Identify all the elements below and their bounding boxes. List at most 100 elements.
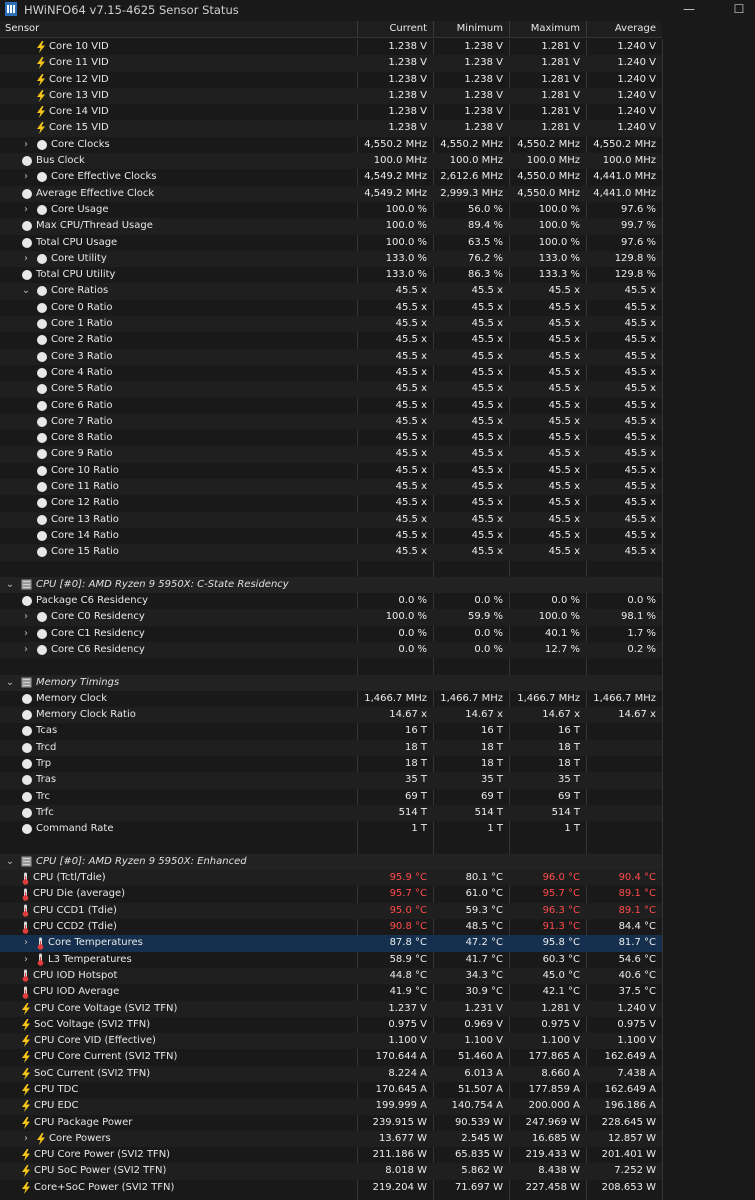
group-row-cpu-0-amd-ryzen-9-5950x-c-state-residency[interactable]: ⌄ CPU [#0]: AMD Ryzen 9 5950X: C-State Re…: [0, 576, 662, 594]
sensor-row-core-ratios[interactable]: ⌄ Core Ratios 45.5 x 45.5 x 45.5 x 45.5 x: [0, 283, 662, 300]
maximize-button[interactable]: ☐: [722, 0, 755, 20]
sensor-row-core-8-ratio[interactable]: Core 8 Ratio 45.5 x 45.5 x 45.5 x 45.5 x: [0, 430, 662, 446]
group-row-memory-timings[interactable]: ⌄ Memory Timings: [0, 674, 662, 691]
sensor-row-cpu-core-vid-effective[interactable]: CPU Core VID (Effective) 1.100 V 1.100 V 1.…: [0, 1033, 662, 1050]
sensor-row-cpu-edc[interactable]: CPU EDC 199.999 A 140.754 A 200.000 A 196.18…: [0, 1098, 662, 1115]
sensor-row-core-3-ratio[interactable]: Core 3 Ratio 45.5 x 45.5 x 45.5 x 45.5 x: [0, 348, 662, 365]
sensor-row-cpu-tdc[interactable]: CPU TDC 170.645 A 51.507 A 177.859 A 162.649…: [0, 1082, 662, 1098]
sensor-row-soc-current-svi2-tfn[interactable]: SoC Current (SVI2 TFN) 8.224 A 6.013 A 8.66…: [0, 1065, 662, 1082]
chevron-down-icon[interactable]: ⌄: [5, 854, 15, 870]
thermometer-icon: [22, 921, 29, 934]
sensor-row-core-11-vid[interactable]: Core 11 VID 1.238 V 1.238 V 1.281 V 1.240 V: [0, 55, 662, 72]
minimum-value: 0.0 %: [474, 595, 503, 607]
chevron-right-icon[interactable]: ›: [21, 952, 31, 968]
column-header-maximum[interactable]: Maximum: [509, 21, 586, 37]
sensor-row-cpu-ccd1-tdie[interactable]: CPU CCD1 (Tdie) 95.0 °C 59.3 °C 96.3 °C 89.1…: [0, 902, 662, 920]
minimize-button[interactable]: —: [672, 0, 706, 20]
sensor-circle-icon: [37, 253, 47, 264]
sensor-row-memory-clock[interactable]: Memory Clock 1,466.7 MHz 1,466.7 MHz 1,466.…: [0, 691, 662, 707]
chevron-right-icon[interactable]: ›: [21, 251, 31, 267]
sensor-row-core-utility[interactable]: › Core Utility 133.0 % 76.2 % 133.0 % 129.8 %: [0, 250, 662, 268]
chevron-down-icon[interactable]: ⌄: [5, 577, 15, 593]
minimum-value: 34.3 °C: [465, 969, 503, 981]
sensor-row-core-effective-clocks[interactable]: › Core Effective Clocks 4,549.2 MHz 2,612.6…: [0, 169, 662, 185]
chevron-down-icon[interactable]: ⌄: [5, 675, 15, 691]
sensor-row-core-temperatures[interactable]: › Core Temperatures 87.8 °C 47.2 °C 95.8 °C 8…: [0, 935, 662, 952]
sensor-row-soc-voltage-svi2-tfn[interactable]: SoC Voltage (SVI2 TFN) 0.975 V 0.969 V 0.97…: [0, 1017, 662, 1033]
chevron-right-icon[interactable]: ›: [21, 609, 31, 625]
sensor-row-core-c6-residency[interactable]: › Core C6 Residency 0.0 % 0.0 % 12.7 % 0.2 %: [0, 641, 662, 659]
sensor-label: CPU Die (average): [22, 886, 125, 902]
sensor-row-core-14-vid[interactable]: Core 14 VID 1.238 V 1.238 V 1.281 V 1.240 V: [0, 104, 662, 120]
sensor-row-trfc[interactable]: Trfc 514 T 514 T 514 T: [0, 804, 662, 822]
chevron-right-icon[interactable]: ›: [21, 626, 31, 642]
sensor-row-package-c6-residency[interactable]: Package C6 Residency 0.0 % 0.0 % 0.0 % 0.0 %: [0, 593, 662, 609]
sensor-row-core-powers[interactable]: › Core Powers 13.677 W 2.545 W 16.685 W 12.85…: [0, 1130, 662, 1148]
sensor-row-core-15-ratio[interactable]: Core 15 Ratio 45.5 x 45.5 x 45.5 x 45.5 x: [0, 544, 662, 561]
sensor-row-core-14-ratio[interactable]: Core 14 Ratio 45.5 x 45.5 x 45.5 x 45.5 x: [0, 528, 662, 544]
current-value: 1.238 V: [388, 89, 427, 101]
sensor-row-cpu-iod-average[interactable]: CPU IOD Average 41.9 °C 30.9 °C 42.1 °C 37.5…: [0, 984, 662, 1000]
chevron-right-icon[interactable]: ›: [21, 137, 31, 153]
maximum-value: 1.281 V: [541, 106, 580, 118]
sensor-row-cpu-package-power[interactable]: CPU Package Power 239.915 W 90.539 W 247.96…: [0, 1115, 662, 1131]
sensor-row-total-cpu-utility[interactable]: Total CPU Utility 133.0 % 86.3 % 133.3 % 129…: [0, 267, 662, 283]
sensor-row-trc[interactable]: Trc 69 T 69 T 69 T: [0, 789, 662, 805]
sensor-row-trcd[interactable]: Trcd 18 T 18 T 18 T: [0, 739, 662, 757]
spacer-row: [0, 561, 662, 577]
sensor-row-total-cpu-usage[interactable]: Total CPU Usage 100.0 % 63.5 % 100.0 % 97.6 …: [0, 235, 662, 251]
sensor-row-bus-clock[interactable]: Bus Clock 100.0 MHz 100.0 MHz 100.0 MHz 100.…: [0, 153, 662, 170]
sensor-row-cpu-core-power-svi2-tfn[interactable]: CPU Core Power (SVI2 TFN) 211.186 W 65.835…: [0, 1147, 662, 1163]
sensor-row-core-clocks[interactable]: › Core Clocks 4,550.2 MHz 4,550.2 MHz 4,550.…: [0, 137, 662, 153]
sensor-row-cpu-soc-power-svi2-tfn[interactable]: CPU SoC Power (SVI2 TFN) 8.018 W 5.862 W 8.…: [0, 1163, 662, 1180]
chevron-down-icon[interactable]: ⌄: [21, 283, 31, 299]
sensor-row-cpu-ccd2-tdie[interactable]: CPU CCD2 (Tdie) 90.8 °C 48.5 °C 91.3 °C 84.4…: [0, 919, 662, 935]
sensor-row-core-12-vid[interactable]: Core 12 VID 1.238 V 1.238 V 1.281 V 1.240 V: [0, 72, 662, 88]
sensor-row-core-4-ratio[interactable]: Core 4 Ratio 45.5 x 45.5 x 45.5 x 45.5 x: [0, 365, 662, 381]
sensor-row-core-10-ratio[interactable]: Core 10 Ratio 45.5 x 45.5 x 45.5 x 45.5 x: [0, 463, 662, 479]
sensor-row-core-10-vid[interactable]: Core 10 VID 1.238 V 1.238 V 1.281 V 1.240 V: [0, 39, 662, 55]
sensor-row-tras[interactable]: Tras 35 T 35 T 35 T: [0, 772, 662, 789]
maximum-value: 91.3 °C: [542, 921, 580, 933]
sensor-row-trp[interactable]: Trp 18 T 18 T 18 T: [0, 756, 662, 772]
chevron-right-icon[interactable]: ›: [21, 1131, 31, 1147]
sensor-row-cpu-core-current-svi2-tfn[interactable]: CPU Core Current (SVI2 TFN) 170.644 A 51.4…: [0, 1049, 662, 1065]
sensor-row-core-15-vid[interactable]: Core 15 VID 1.238 V 1.238 V 1.281 V 1.240 V: [0, 120, 662, 137]
sensor-row-core-6-ratio[interactable]: Core 6 Ratio 45.5 x 45.5 x 45.5 x 45.5 x: [0, 398, 662, 414]
current-value: 211.186 W: [372, 1149, 427, 1161]
sensor-row-max-cpu-thread-usage[interactable]: Max CPU/Thread Usage 100.0 % 89.4 % 100.0 %…: [0, 218, 662, 235]
chevron-right-icon[interactable]: ›: [21, 642, 31, 658]
sensor-row-core-1-ratio[interactable]: Core 1 Ratio 45.5 x 45.5 x 45.5 x 45.5 x: [0, 316, 662, 333]
sensor-row-cpu-die-average[interactable]: CPU Die (average) 95.7 °C 61.0 °C 95.7 °C 89…: [0, 886, 662, 902]
sensor-row-core-c0-residency[interactable]: › Core C0 Residency 100.0 % 59.9 % 100.0 % 98…: [0, 609, 662, 626]
group-row-cpu-0-amd-ryzen-9-5950x-enhanced[interactable]: ⌄ CPU [#0]: AMD Ryzen 9 5950X: Enhanced: [0, 853, 662, 871]
sensor-row-cpu-iod-hotspot[interactable]: CPU IOD Hotspot 44.8 °C 34.3 °C 45.0 °C 40.6…: [0, 967, 662, 985]
chevron-right-icon[interactable]: ›: [21, 169, 31, 185]
column-header-minimum[interactable]: Minimum: [433, 21, 509, 37]
sensor-row-memory-clock-ratio[interactable]: Memory Clock Ratio 14.67 x 14.67 x 14.67 x 1…: [0, 707, 662, 724]
sensor-row-core-11-ratio[interactable]: Core 11 Ratio 45.5 x 45.5 x 45.5 x 45.5 x: [0, 479, 662, 496]
column-header-sensor[interactable]: Sensor: [0, 21, 357, 37]
chevron-right-icon[interactable]: ›: [21, 202, 31, 218]
sensor-row-core-9-ratio[interactable]: Core 9 Ratio 45.5 x 45.5 x 45.5 x 45.5 x: [0, 446, 662, 463]
sensor-row-core-0-ratio[interactable]: Core 0 Ratio 45.5 x 45.5 x 45.5 x 45.5 x: [0, 300, 662, 316]
sensor-row-cpu-core-voltage-svi2-tfn[interactable]: CPU Core Voltage (SVI2 TFN) 1.237 V 1.231 …: [0, 1000, 662, 1017]
sensor-row-core-12-ratio[interactable]: Core 12 Ratio 45.5 x 45.5 x 45.5 x 45.5 x: [0, 495, 662, 511]
sensor-row-core-soc-power-svi2-tfn[interactable]: Core+SoC Power (SVI2 TFN) 219.204 W 71.697…: [0, 1180, 662, 1196]
sensor-row-core-usage[interactable]: › Core Usage 100.0 % 56.0 % 100.0 % 97.6 %: [0, 202, 662, 218]
chevron-right-icon[interactable]: ›: [21, 935, 31, 951]
sensor-row-core-13-vid[interactable]: Core 13 VID 1.238 V 1.238 V 1.281 V 1.240 V: [0, 87, 662, 105]
sensor-row-average-effective-clock[interactable]: Average Effective Clock 4,549.2 MHz 2,999.…: [0, 185, 662, 202]
column-header-average[interactable]: Average: [586, 21, 662, 37]
sensor-row-core-5-ratio[interactable]: Core 5 Ratio 45.5 x 45.5 x 45.5 x 45.5 x: [0, 381, 662, 398]
sensor-row-core-c1-residency[interactable]: › Core C1 Residency 0.0 % 0.0 % 40.1 % 1.7 %: [0, 626, 662, 642]
column-header-current[interactable]: Current: [357, 21, 433, 37]
sensor-row-core-2-ratio[interactable]: Core 2 Ratio 45.5 x 45.5 x 45.5 x 45.5 x: [0, 332, 662, 348]
sensor-row-l3-temperatures[interactable]: › L3 Temperatures 58.9 °C 41.7 °C 60.3 °C 54.…: [0, 952, 662, 968]
sensor-row-core-13-ratio[interactable]: Core 13 Ratio 45.5 x 45.5 x 45.5 x 45.5 x: [0, 511, 662, 528]
average-value: [586, 740, 656, 756]
sensor-row-cpu-tctl-tdie[interactable]: CPU (Tctl/Tdie) 95.9 °C 80.1 °C 96.0 °C 90.4…: [0, 870, 662, 887]
sensor-row-command-rate[interactable]: Command Rate 1 T 1 T 1 T: [0, 821, 662, 837]
sensor-row-tcas[interactable]: Tcas 16 T 16 T 16 T: [0, 723, 662, 739]
sensor-row-core-7-ratio[interactable]: Core 7 Ratio 45.5 x 45.5 x 45.5 x 45.5 x: [0, 413, 662, 431]
